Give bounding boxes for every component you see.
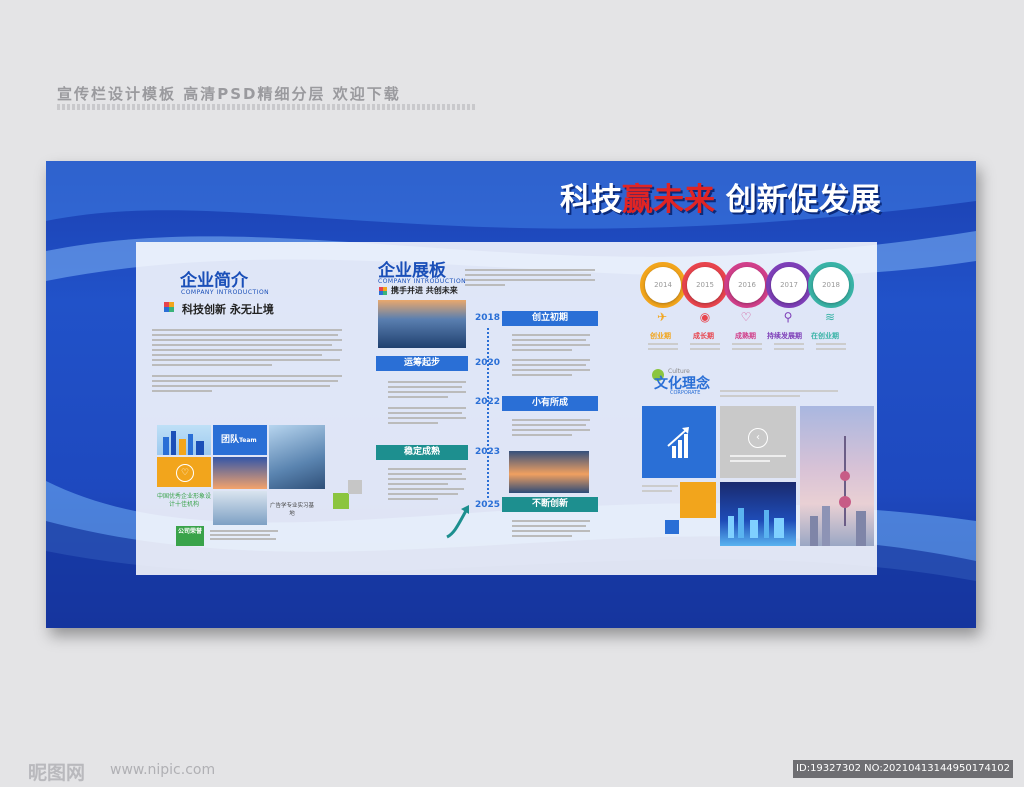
year-2018: 2018 <box>475 313 501 323</box>
headline-slogan: 科技赢未来 创新促发展 <box>560 174 881 219</box>
board-en: COMPANY INTRODUCTION <box>378 278 467 285</box>
slogan-part-3: 创新促发展 <box>715 182 881 218</box>
timeline-line <box>487 328 489 498</box>
intro-motto: 科技创新 永无止境 <box>182 303 274 316</box>
night-city-image <box>720 482 796 546</box>
milestone-2023-label: 稳定成熟 <box>376 445 468 460</box>
slogan-part-2: 赢未来 <box>622 182 715 218</box>
caption-underline <box>57 104 477 110</box>
milestone-2022-text <box>512 416 592 439</box>
culture-en: CORPORATE <box>670 390 701 396</box>
night-tower-image <box>213 457 267 489</box>
milestone-2025-label: 不断创新 <box>502 497 598 512</box>
tower-image <box>800 406 874 546</box>
green-square <box>333 493 349 509</box>
growth-rings: 2014 2015 2016 2017 2018 <box>640 258 860 318</box>
year-2022: 2022 <box>475 397 501 407</box>
stage-text-lines <box>648 340 858 353</box>
milestone-2020-label: 运筹起步 <box>376 356 468 371</box>
page-caption: 宣传栏设计模板 高清PSD精细分层 欢迎下载 <box>57 85 401 103</box>
heart-icon: ♡ <box>740 310 752 324</box>
culture-text-lines <box>720 387 840 400</box>
chevron-left-icon: ‹ <box>748 428 768 448</box>
rocket-icon: ✈ <box>656 310 668 324</box>
intro-title: 企业简介 <box>180 271 248 291</box>
circle-2016: 2016 <box>729 267 765 303</box>
nipic-url[interactable]: www.nipic.com <box>110 762 215 778</box>
milestone-2020-text-right <box>512 356 592 379</box>
year-2025: 2025 <box>475 500 501 510</box>
nipic-logo: 昵图网 <box>28 762 86 784</box>
circle-2017: 2017 <box>771 267 807 303</box>
honor-tile: 公司荣誉 <box>176 526 204 546</box>
milestone-2022-text-left <box>388 404 468 427</box>
eye-icon: ◉ <box>699 310 711 324</box>
year-2020: 2020 <box>475 358 501 368</box>
gray-square <box>348 480 362 494</box>
city-skyline-image <box>157 425 211 455</box>
chart-tile <box>642 406 716 478</box>
lake-city-image <box>378 300 466 348</box>
milestone-2018-label: 创立初期 <box>502 311 598 326</box>
search-icon: ⚲ <box>783 310 793 324</box>
team-en: Team <box>239 437 257 444</box>
team-label: 团队 <box>221 435 240 445</box>
slogan-part-1: 科技 <box>560 182 622 218</box>
color-squares-icon <box>379 287 387 295</box>
circle-2015: 2015 <box>687 267 723 303</box>
gray-tile: ‹ <box>720 406 796 478</box>
circle-2014: 2014 <box>645 267 681 303</box>
bar-chart-icon <box>667 427 689 458</box>
wifi-icon: ≋ <box>824 310 836 324</box>
year-2023: 2023 <box>475 447 501 457</box>
team-tile: 团队Team <box>213 425 267 455</box>
milestone-2023-text <box>388 465 468 503</box>
milestone-2020-text <box>388 378 468 401</box>
milestone-2022-label: 小有所成 <box>502 396 598 411</box>
milestone-2025-text <box>512 517 592 540</box>
circle-2018: 2018 <box>813 267 849 303</box>
snow-tree-image <box>213 491 267 525</box>
intro-en: COMPANY INTRODUCTION <box>181 289 270 296</box>
blue-small-square <box>665 520 679 534</box>
award-text: 中国优秀企业形象设计十佳机构 <box>157 493 212 508</box>
orange-square <box>680 482 716 518</box>
board-motto: 携手并进 共创未来 <box>391 286 458 295</box>
growth-arrow-icon <box>445 503 473 541</box>
color-squares-icon <box>164 302 174 312</box>
building-image <box>269 425 325 489</box>
milestone-2018-text <box>512 331 592 354</box>
heart-icon: ♡ <box>176 464 194 482</box>
heart-tile: ♡ <box>157 457 211 487</box>
honor-text-lines <box>210 528 280 546</box>
intro-text-block <box>152 326 344 416</box>
image-id-badge: ID:19327302 NO:20210413144950174102 <box>793 760 1013 778</box>
sunset-sea-image <box>509 451 589 493</box>
base-text: 广告学专业实习基地 <box>270 503 315 517</box>
board-text-lines <box>465 266 595 289</box>
